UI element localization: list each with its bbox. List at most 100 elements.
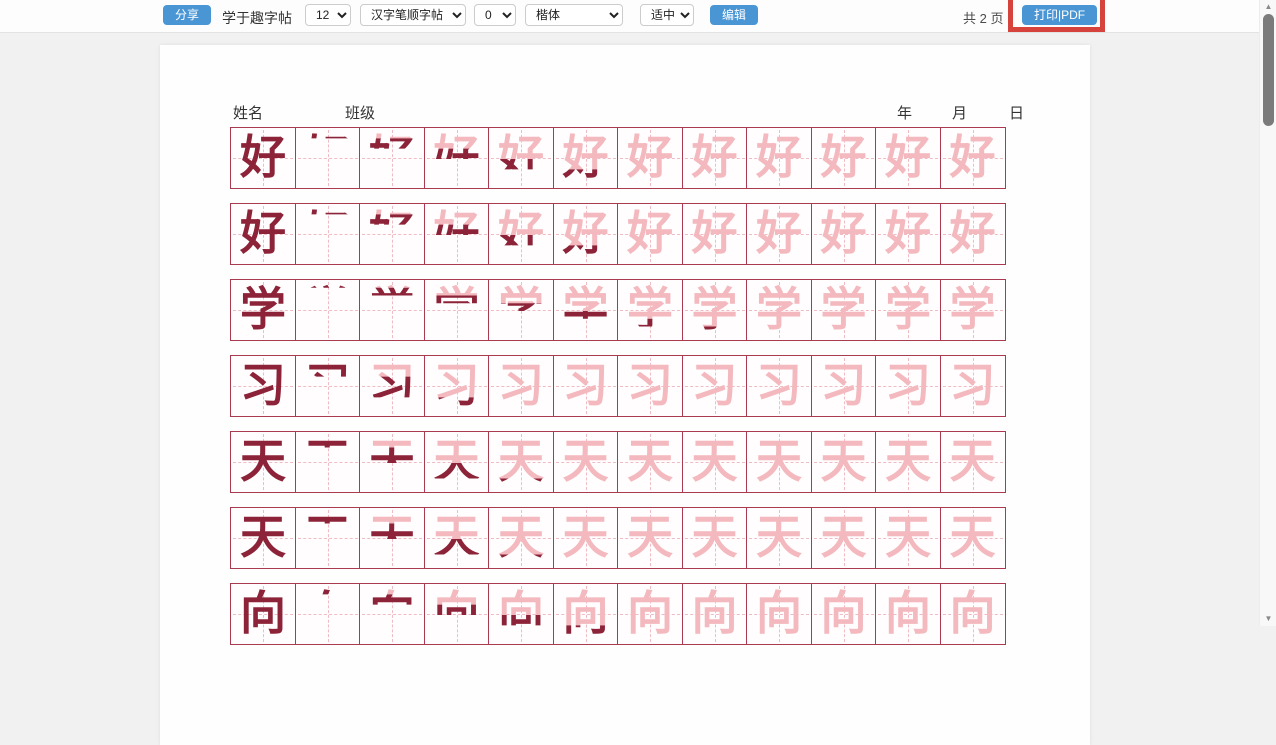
trace-character: 好 [812,204,876,265]
practice-cell: 好好 [359,203,425,265]
page-count-label: 共 2 页 [963,8,1003,27]
year-label: 年 [897,102,912,123]
trace-character: 学 [747,280,811,341]
trace-character: 天 [618,508,682,569]
practice-cell: 习 [295,355,361,417]
trace-character: 习 [876,356,940,417]
trace-character: 向 [683,584,747,645]
share-button[interactable]: 分享 [163,5,211,25]
trace-character: 天 [812,432,876,493]
trace-character: 好 [747,204,811,265]
practice-cell: 好 [295,203,361,265]
spacing-select[interactable]: 0 [474,4,516,26]
font-family-select[interactable]: 楷体 [525,4,623,26]
practice-cell: 学 [811,279,877,341]
horizontal-guide-line [298,462,358,463]
horizontal-guide-line [427,310,487,311]
trace-character: 习 [618,356,682,417]
trace-character: 天 [941,432,1005,493]
vertical-scrollbar[interactable]: ▲ ▼ [1259,0,1276,626]
scroll-up-icon[interactable]: ▲ [1260,0,1276,14]
practice-cell: 学 [875,279,941,341]
practice-cell: 习 [940,355,1006,417]
practice-cell: 向 [811,583,877,645]
practice-cell: 向向 [553,583,619,645]
trace-character: 好 [876,204,940,265]
horizontal-guide-line [362,310,422,311]
practice-row: 好好好好好好好好好好好好好好好好好 [230,127,1022,189]
trace-character: 好 [683,204,747,265]
practice-cell: 好好 [553,127,619,189]
horizontal-guide-line [298,158,358,159]
horizontal-guide-line [298,310,358,311]
density-select[interactable]: 适中 [640,4,694,26]
trace-character: 向 [941,584,1005,645]
scrollbar-thumb[interactable] [1263,14,1274,126]
practice-cell: 天 [746,431,812,493]
trace-character: 天 [554,508,618,569]
model-character: 好 [231,204,295,265]
practice-cell: 天天 [359,507,425,569]
practice-cell: 天 [230,431,296,493]
model-character: 天 [231,508,295,569]
practice-cell: 天 [811,431,877,493]
horizontal-guide-line [298,234,358,235]
worksheet-page: 姓名 班级 年 月 日 好好好好好好好好好好好好好好好好好好好好好好好好好好好好… [160,45,1090,745]
practice-cell: 好好 [553,203,619,265]
practice-cell: 向 [940,583,1006,645]
practice-cell: 天 [682,507,748,569]
print-pdf-button[interactable]: 打印|PDF [1022,5,1097,25]
trace-character: 习 [812,356,876,417]
trace-character: 天 [747,508,811,569]
class-label: 班级 [345,102,375,123]
practice-cell: 天 [940,507,1006,569]
practice-cell: 天 [230,507,296,569]
practice-cell: 向 [875,583,941,645]
practice-cell: 习 [746,355,812,417]
practice-cell: 习 [875,355,941,417]
model-character: 好 [231,128,295,189]
practice-cell: 习习 [424,355,490,417]
trace-character: 学 [941,280,1005,341]
model-character: 习 [231,356,295,417]
practice-cell: 天天 [424,431,490,493]
model-character: 学 [231,280,295,341]
practice-grid: 好好好好好好好好好好好好好好好好好好好好好好好好好好好好好好好好好好学学学学学学… [230,127,1022,659]
trace-character: 天 [747,432,811,493]
trace-character: 学 [812,280,876,341]
trace-character: 好 [747,128,811,189]
practice-cell: 天 [811,507,877,569]
trace-character: 学 [876,280,940,341]
practice-cell: 天天 [488,431,554,493]
edit-button[interactable]: 编辑 [710,5,758,25]
brand-title: 学于趣字帖 [222,8,292,28]
practice-cell: 天 [875,507,941,569]
practice-cell: 习 [230,355,296,417]
practice-cell: 向 [295,583,361,645]
practice-row: 习习习习习习习习习习习习习习 [230,355,1022,417]
scroll-down-icon[interactable]: ▼ [1260,612,1276,626]
template-select[interactable]: 汉字笔顺字帖 [360,4,466,26]
practice-cell: 好好 [424,203,490,265]
trace-character: 天 [554,432,618,493]
font-size-select[interactable]: 12 [305,4,351,26]
practice-row: 向向向向向向向向向向向向向向向向向 [230,583,1022,645]
practice-cell: 好 [811,127,877,189]
trace-character: 好 [812,128,876,189]
practice-cell: 天 [746,507,812,569]
practice-cell: 习习 [359,355,425,417]
practice-cell: 好 [811,203,877,265]
practice-cell: 学 [940,279,1006,341]
day-label: 日 [1009,102,1024,123]
trace-character: 习 [489,356,553,417]
practice-cell: 天 [295,507,361,569]
practice-cell: 向 [682,583,748,645]
practice-row: 好好好好好好好好好好好好好好好好好 [230,203,1022,265]
practice-cell: 好 [682,127,748,189]
trace-character: 天 [812,508,876,569]
practice-cell: 天 [617,507,683,569]
practice-cell: 习 [488,355,554,417]
practice-cell: 天 [617,431,683,493]
horizontal-guide-line [362,158,422,159]
practice-cell: 好 [875,203,941,265]
